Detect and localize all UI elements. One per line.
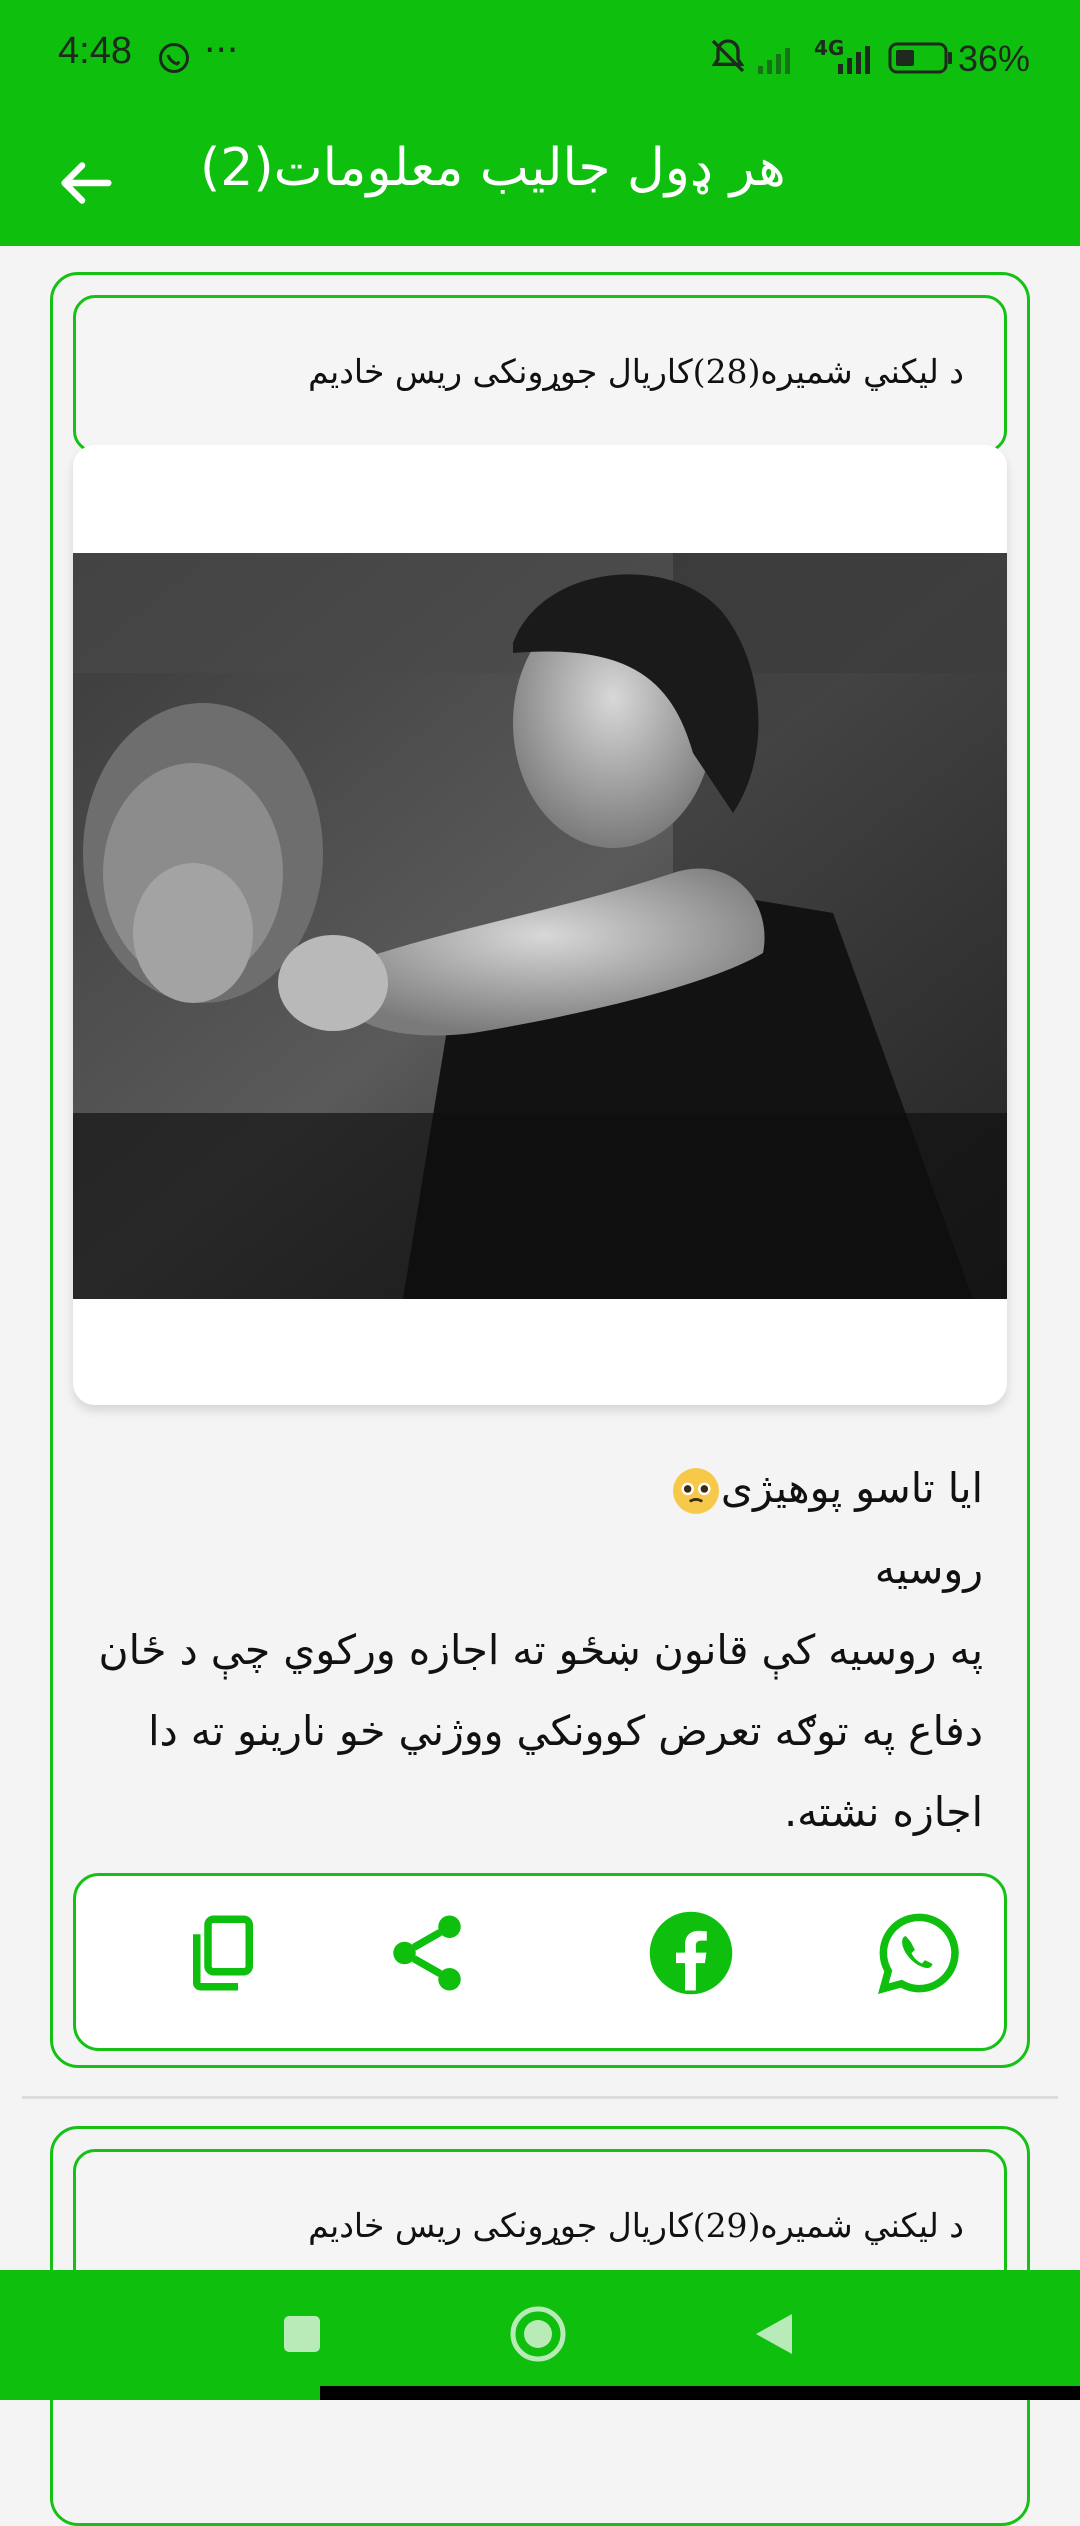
copy-icon[interactable] xyxy=(178,1908,268,1998)
triangle-back-icon[interactable] xyxy=(752,2310,796,2358)
facebook-icon[interactable] xyxy=(646,1908,736,1998)
post-card: د ليکني شميره(28)کاريال جوړونکی ريس خادي… xyxy=(50,272,1030,2068)
post-header: د ليکني شميره(28)کاريال جوړونکی ريس خادي… xyxy=(73,295,1007,453)
post-header-text: د ليکني شميره(28)کاريال جوړونکی ريس خادي… xyxy=(308,352,964,391)
navigation-bar xyxy=(0,2270,1080,2400)
circle-icon[interactable] xyxy=(508,2304,568,2364)
whatsapp-status-icon xyxy=(159,43,189,73)
post-header-text: د ليکني شميره(29)کاريال جوړونکی ريس خادي… xyxy=(308,2206,964,2245)
post-actions xyxy=(73,1873,1007,2051)
post-photo xyxy=(73,553,1007,1299)
home-indicator xyxy=(320,2386,1080,2400)
status-more: ··· xyxy=(204,30,239,71)
post-line: دفاع په توګه تعرض کوونکي ووژني خو نارینو… xyxy=(148,1707,983,1755)
app-bar: هر ډول جالیب معلومات(2) xyxy=(0,118,1080,246)
post-line: روسیه xyxy=(874,1545,983,1593)
arrow-back-icon[interactable] xyxy=(50,148,120,218)
battery-icon xyxy=(888,42,952,74)
share-icon[interactable] xyxy=(382,1908,472,1998)
square-icon[interactable] xyxy=(282,2314,322,2354)
pleading-face-emoji-icon xyxy=(672,1468,719,1514)
post-line: په روسیه کې قانون ښځو ته اجازه ورکوي چې … xyxy=(98,1626,983,1674)
status-bar: 4:48 ··· 4G 36% xyxy=(0,0,1080,118)
post-line: ایا تاسو پوهیژی xyxy=(83,1448,983,1529)
post-body: ایا تاسو پوهیژی روسیه په روسیه کې قانون … xyxy=(83,1448,983,1853)
post-image-card[interactable] xyxy=(73,445,1007,1405)
whatsapp-icon[interactable] xyxy=(874,1908,964,1998)
status-time: 4:48 xyxy=(58,30,132,72)
signal-icon-2 xyxy=(838,46,870,74)
battery-percent: 36% xyxy=(957,38,1030,79)
signal-icon xyxy=(758,48,790,74)
page-title: هر ډول جالیب معلومات(2) xyxy=(200,138,786,198)
post-line: اجازه نشته. xyxy=(784,1788,983,1836)
divider xyxy=(22,2096,1058,2099)
mute-icon xyxy=(711,39,745,73)
